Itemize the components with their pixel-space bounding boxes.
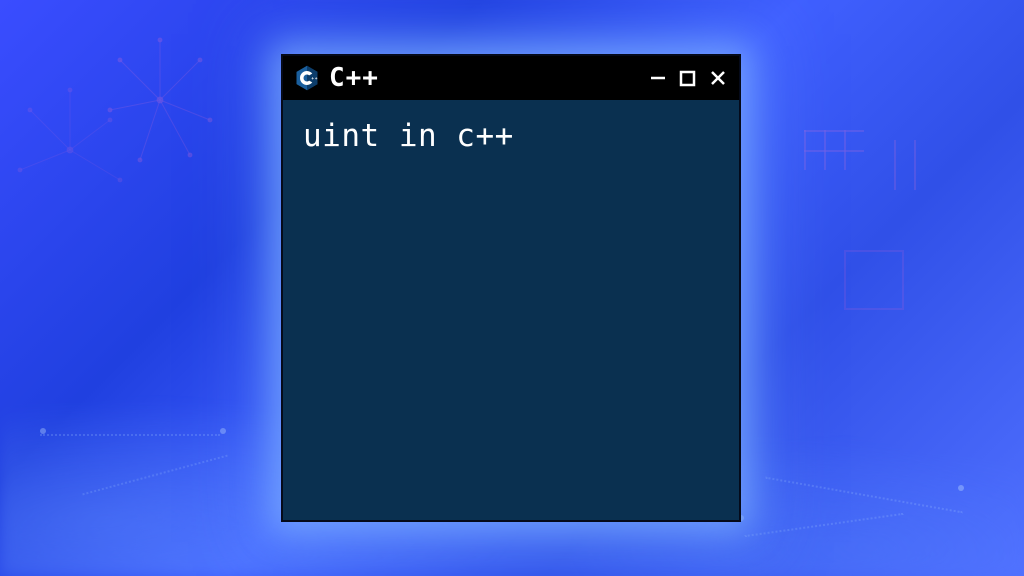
window-title: C++ <box>329 63 641 93</box>
svg-text:+: + <box>311 76 314 81</box>
decoration-node <box>220 428 226 434</box>
code-text: uint in c++ <box>303 118 719 154</box>
maximize-button[interactable] <box>679 70 699 87</box>
minimize-button[interactable] <box>649 69 669 87</box>
decoration-grid <box>794 120 994 240</box>
titlebar[interactable]: + + C++ <box>283 56 739 100</box>
decoration-node <box>958 485 964 491</box>
svg-text:+: + <box>315 76 318 81</box>
decoration-line <box>40 434 220 436</box>
decoration-starburst-2 <box>0 60 180 240</box>
window-content: uint in c++ <box>283 100 739 520</box>
cpp-logo-icon: + + <box>293 64 321 92</box>
close-button[interactable] <box>709 69 729 87</box>
decoration-rect <box>844 250 904 310</box>
decoration-node <box>40 428 46 434</box>
window-controls <box>649 69 729 87</box>
app-window: + + C++ uint in c++ <box>281 54 741 522</box>
